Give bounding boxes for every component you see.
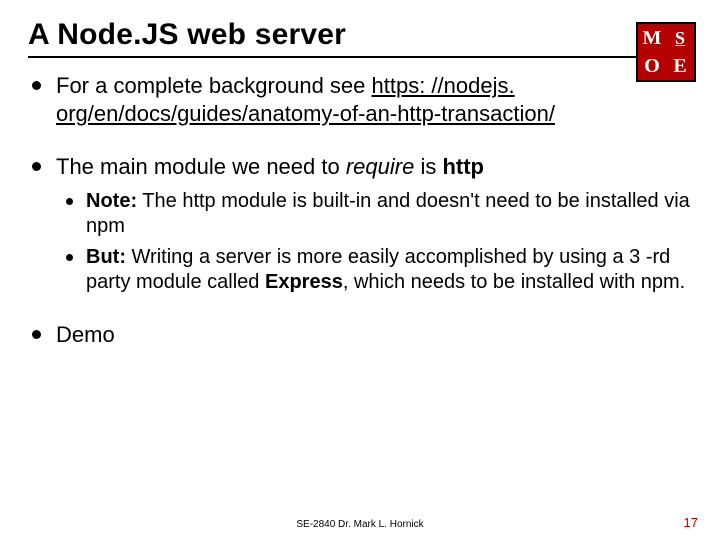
but-label: But: bbox=[86, 246, 126, 268]
sub-bullet-list: Note: The http module is built-in and do… bbox=[56, 189, 692, 295]
logo-letter-s: S bbox=[666, 24, 694, 52]
bullet-background: For a complete background see https: //n… bbox=[28, 72, 692, 127]
bullet-main-module: The main module we need to require is ht… bbox=[28, 153, 692, 295]
b2-require: require bbox=[346, 154, 414, 179]
bullet-list: For a complete background see https: //n… bbox=[28, 72, 692, 348]
bullet-background-intro: For a complete background see bbox=[56, 73, 372, 98]
msoe-logo: M S O E bbox=[636, 22, 692, 78]
b2-http: http bbox=[442, 154, 484, 179]
b2-pre: The main module we need to bbox=[56, 154, 346, 179]
slide: M S O E A Node.JS web server For a compl… bbox=[0, 0, 720, 540]
express-label: Express bbox=[265, 271, 343, 293]
note-text: The http module is built-in and doesn't … bbox=[86, 190, 690, 237]
but-text-2: , which needs to be installed with npm. bbox=[343, 271, 685, 293]
note-label: Note: bbox=[86, 190, 137, 212]
b2-mid: is bbox=[414, 154, 442, 179]
sub-bullet-note: Note: The http module is built-in and do… bbox=[56, 189, 692, 239]
footer-text: SE-2840 Dr. Mark L. Hornick bbox=[0, 519, 720, 530]
page-number: 17 bbox=[684, 515, 698, 530]
slide-title: A Node.JS web server bbox=[28, 18, 692, 52]
logo-letter-m: M bbox=[638, 24, 666, 52]
bullet-demo: Demo bbox=[28, 321, 692, 349]
title-underline bbox=[28, 56, 692, 58]
sub-bullet-but: But: Writing a server is more easily acc… bbox=[56, 245, 692, 295]
